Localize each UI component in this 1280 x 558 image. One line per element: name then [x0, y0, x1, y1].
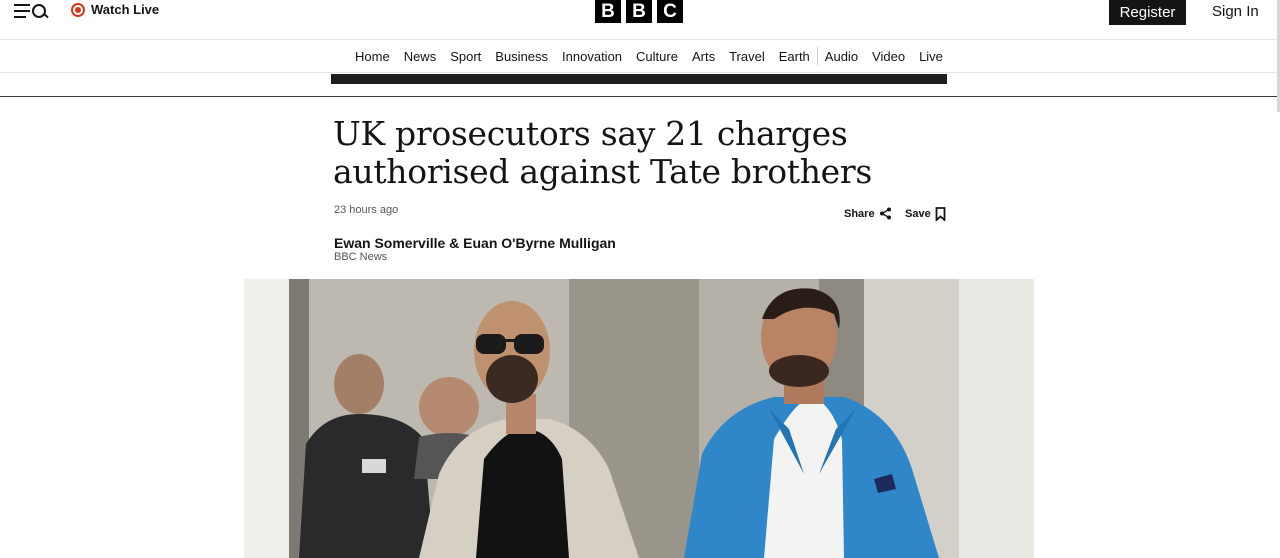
save-button[interactable]: Save: [905, 207, 946, 221]
nav-item-audio[interactable]: Audio: [818, 49, 865, 64]
register-button[interactable]: Register: [1109, 0, 1186, 25]
hero-photo-illustration: [244, 279, 1034, 558]
nav-item-business[interactable]: Business: [488, 49, 555, 64]
nav-item-video[interactable]: Video: [865, 49, 912, 64]
logo-letter: B: [595, 0, 621, 23]
nav-item-culture[interactable]: Culture: [629, 49, 685, 64]
live-icon: [71, 2, 85, 17]
share-button[interactable]: Share: [844, 207, 892, 220]
watch-live-button[interactable]: Watch Live: [71, 2, 159, 17]
bookmark-icon: [935, 207, 946, 221]
search-icon: [31, 2, 49, 20]
article-headline: UK prosecutors say 21 charges authorised…: [333, 114, 873, 191]
nav-item-innovation[interactable]: Innovation: [555, 49, 629, 64]
main-navigation: Home News Sport Business Innovation Cult…: [0, 40, 1280, 73]
watch-live-label: Watch Live: [91, 2, 160, 17]
bbc-logo[interactable]: B B C: [595, 0, 683, 23]
article-authors: Ewan Somerville & Euan O'Byrne Mulligan: [334, 235, 616, 251]
nav-item-earth[interactable]: Earth: [772, 49, 817, 64]
top-bar: Watch Live B B C Register Sign In: [0, 0, 1280, 40]
article-timestamp: 23 hours ago: [334, 204, 399, 216]
article-organisation: BBC News: [334, 251, 388, 263]
sign-in-link[interactable]: Sign In: [1212, 3, 1259, 20]
save-label: Save: [905, 208, 931, 220]
advert-banner: [331, 74, 947, 84]
nav-item-live[interactable]: Live: [912, 49, 950, 64]
menu-search-button[interactable]: [14, 2, 49, 20]
nav-item-travel[interactable]: Travel: [722, 49, 772, 64]
nav-item-sport[interactable]: Sport: [443, 49, 488, 64]
logo-letter: B: [626, 0, 652, 23]
nav-item-arts[interactable]: Arts: [685, 49, 722, 64]
article-hero-image: [244, 279, 1034, 558]
logo-letter: C: [657, 0, 683, 23]
nav-item-home[interactable]: Home: [348, 49, 397, 64]
menu-icon: [14, 4, 30, 18]
share-label: Share: [844, 207, 875, 220]
nav-item-news[interactable]: News: [397, 49, 444, 64]
share-icon: [879, 207, 891, 220]
header-divider: [0, 96, 1280, 97]
